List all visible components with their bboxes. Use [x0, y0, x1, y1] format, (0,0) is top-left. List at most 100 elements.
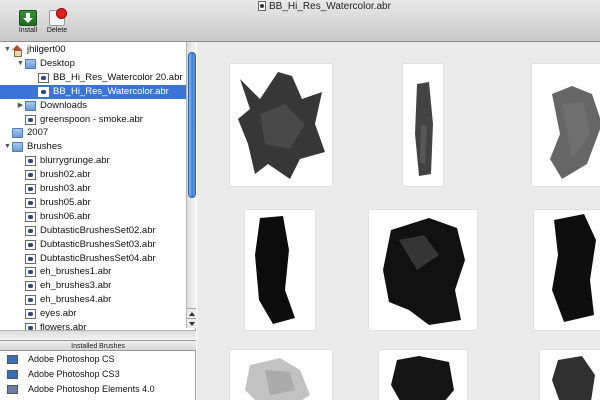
home-icon	[12, 45, 23, 57]
ps-icon	[7, 370, 18, 379]
tree-item-label: DubtasticBrushesSet04.abr	[40, 252, 156, 264]
tree-item[interactable]: eh_brushes1.abr	[0, 265, 186, 279]
installed-app-label: Adobe Photoshop Elements 4.0	[28, 384, 155, 394]
file-icon	[25, 239, 36, 250]
tree-item[interactable]: eh_brushes3.abr	[0, 279, 186, 293]
brush-thumbnail-8[interactable]	[379, 350, 467, 400]
file-icon	[25, 156, 36, 167]
tree-item[interactable]: eh_brushes4.abr	[0, 293, 186, 307]
folder-icon	[25, 100, 36, 111]
file-icon	[25, 211, 36, 222]
brush-thumbnail-5[interactable]	[369, 210, 477, 330]
disclosure-down-icon[interactable]: ▼	[3, 43, 12, 57]
file-icon	[25, 114, 36, 125]
tree-item[interactable]: ▼ jhilgert00	[0, 43, 186, 57]
folder-icon	[12, 142, 23, 153]
file-icon	[25, 170, 36, 181]
tree-item-label: BB_Hi_Res_Watercolor 20.abr	[53, 71, 183, 83]
installed-apps-list: Adobe Photoshop CS Adobe Photoshop CS3 Ado…	[0, 351, 196, 400]
file-icon	[25, 309, 36, 320]
brush-stroke-icon	[391, 356, 454, 400]
tree-item[interactable]: 2007	[0, 126, 186, 140]
delete-label: Delete	[46, 27, 68, 34]
title-bar: BB_Hi_Res_Watercolor.abr Install Delete	[0, 0, 600, 42]
brush-thumbnail-6[interactable]	[534, 210, 600, 330]
installed-app-label: Adobe Photoshop CS	[28, 354, 115, 364]
tree-item[interactable]: brush05.abr	[0, 196, 186, 210]
tree-item[interactable]: DubtasticBrushesSet02.abr	[0, 224, 186, 238]
brush-stroke-icon	[238, 72, 325, 179]
tree-item[interactable]: DubtasticBrushesSet04.abr	[0, 252, 186, 266]
tree-item[interactable]: BB_Hi_Res_Watercolor.abr	[0, 84, 186, 99]
brush-thumbnail-4[interactable]	[245, 210, 315, 330]
delete-icon	[49, 8, 67, 26]
tree-item-label: eh_brushes3.abr	[40, 280, 112, 292]
installed-app-item[interactable]: Adobe Photoshop CS3	[0, 368, 196, 380]
installed-app-label: Adobe Photoshop CS3	[28, 369, 120, 379]
brush-stroke-icon	[550, 86, 600, 179]
tree-item-label: blurrygrunge.abr	[40, 155, 110, 167]
brush-stroke-icon	[383, 218, 465, 325]
tree-item[interactable]: ▶ Downloads	[0, 99, 186, 113]
tree-item[interactable]: greenspoon - smoke.abr	[0, 113, 186, 127]
pse-icon	[7, 385, 18, 394]
file-tree: ▼ jhilgert00 ▼ Desktop BB_Hi_Res_Watercolor …	[0, 42, 196, 340]
tree-item[interactable]: brush06.abr	[0, 210, 186, 224]
tree-item[interactable]: BB_Hi_Res_Watercolor 20.abr	[0, 71, 186, 85]
scroll-thumb[interactable]	[188, 52, 196, 198]
file-icon	[25, 295, 36, 306]
brush-stroke-icon	[245, 358, 310, 400]
file-icon	[25, 281, 36, 292]
tree-item-label: brush06.abr	[40, 210, 91, 222]
file-icon	[25, 253, 36, 264]
window-title-text: BB_Hi_Res_Watercolor.abr	[269, 0, 391, 12]
tree-item[interactable]: ▼ Desktop	[0, 57, 186, 71]
disclosure-down-icon[interactable]: ▼	[3, 140, 12, 154]
brush-stroke-icon	[255, 216, 295, 324]
tree-item-label: eh_brushes4.abr	[40, 294, 112, 306]
file-icon	[25, 197, 36, 208]
disclosure-right-icon[interactable]: ▶	[16, 99, 25, 113]
installed-app-item[interactable]: Adobe Photoshop Elements 4.0	[0, 383, 196, 395]
folder-icon	[12, 128, 23, 139]
installed-brushes-header: Installed Brushes	[0, 340, 196, 351]
brush-stroke-icon	[552, 214, 596, 322]
tree-item-label: eyes.abr	[40, 308, 77, 320]
tree-item-label: BB_Hi_Res_Watercolor.abr	[53, 85, 169, 97]
tree-item-label: Downloads	[40, 99, 87, 111]
brush-thumbnail-2[interactable]	[403, 64, 443, 186]
tree-horizontal-scrollbar[interactable]	[0, 330, 196, 340]
tree-item-label: greenspoon - smoke.abr	[40, 113, 143, 125]
brush-thumbnail-3[interactable]	[532, 64, 600, 186]
file-icon	[38, 72, 49, 83]
brush-thumbnail-1[interactable]	[230, 64, 332, 186]
file-icon	[25, 184, 36, 194]
tree-item-label: brush03.abr	[40, 183, 91, 194]
file-icon	[25, 225, 36, 236]
tree-item[interactable]: blurrygrunge.abr	[0, 154, 186, 168]
document-icon	[258, 1, 266, 11]
file-icon	[38, 86, 49, 97]
tree-item-label: DubtasticBrushesSet03.abr	[40, 238, 156, 250]
tree-item[interactable]: eyes.abr	[0, 307, 186, 321]
tree-item-label: jhilgert00	[27, 44, 66, 55]
tree-item[interactable]: brush02.abr	[0, 168, 186, 182]
brush-stroke-icon	[415, 82, 433, 176]
folder-icon	[25, 58, 36, 69]
tree-vertical-scrollbar[interactable]	[186, 42, 196, 328]
installed-app-item[interactable]: Adobe Photoshop CS	[0, 353, 196, 365]
delete-button[interactable]: Delete	[39, 8, 75, 34]
disclosure-down-icon[interactable]: ▼	[16, 57, 25, 71]
scroll-up-arrow-icon[interactable]	[187, 308, 196, 318]
tree-item[interactable]: DubtasticBrushesSet03.abr	[0, 238, 186, 252]
scroll-down-arrow-icon[interactable]	[187, 318, 196, 328]
brush-thumbnail-7[interactable]	[230, 350, 332, 400]
brush-preview-area	[197, 42, 600, 400]
brush-thumbnail-9[interactable]	[540, 350, 600, 400]
install-icon	[19, 10, 37, 26]
file-icon	[25, 267, 36, 278]
tree-item[interactable]: ▼ Brushes	[0, 140, 186, 154]
tree-item-label: 2007	[27, 127, 49, 139]
tree-item[interactable]: brush03.abr	[0, 182, 186, 196]
tree-item-label: brush02.abr	[40, 169, 91, 181]
